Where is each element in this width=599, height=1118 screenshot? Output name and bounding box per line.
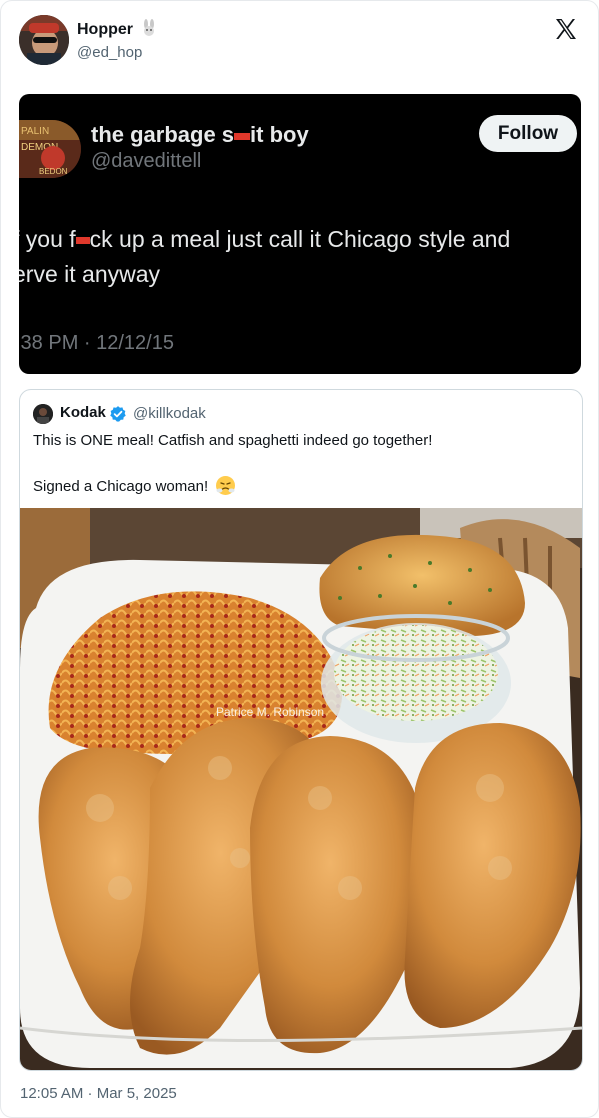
embedded-author-name: the garbage s it boy [91, 122, 309, 147]
embedded-tweet-screenshot: PALIN DEMON BEDON the garbage s it boy @d… [19, 94, 581, 374]
embedded-avatar: PALIN DEMON BEDON [19, 120, 81, 178]
redaction-mark [234, 132, 251, 140]
svg-text:BEDON: BEDON [39, 167, 68, 176]
embedded-author-handle: @davedittell [91, 150, 202, 172]
quote-tweet[interactable]: Kodak @killkodak This is ONE meal! Catfi… [19, 389, 583, 1071]
svg-text:PALIN: PALIN [21, 126, 49, 137]
quote-avatar [33, 404, 53, 424]
x-logo-icon[interactable] [554, 17, 578, 41]
author-name[interactable]: Hopper [77, 19, 158, 42]
quote-author-name: Kodak [60, 404, 106, 421]
embedded-tweet-timestamp: :38 PM · 12/12/15 [19, 332, 174, 354]
food-photo[interactable]: Patrice M. Robinson [20, 508, 582, 1070]
rabbit-emoji-icon [140, 19, 158, 42]
embedded-tweet-text: f you f ck up a meal just call it Chicago… [19, 226, 511, 287]
author-avatar[interactable] [19, 15, 69, 65]
steam-from-nose-emoji-icon [216, 476, 236, 495]
quote-author-handle: @killkodak [133, 405, 206, 422]
author-handle[interactable]: @ed_hop [77, 44, 142, 61]
redaction-mark [75, 237, 90, 245]
quote-text-line-1: This is ONE meal! Catfish and spaghetti … [33, 432, 433, 449]
post-timestamp[interactable]: 12:05 AM · Mar 5, 2025 [20, 1085, 177, 1102]
tweet-card: Hopper @ed_hop PALIN DEMON BEDON the gar… [0, 0, 599, 1118]
verified-badge-icon [109, 405, 127, 423]
photo-watermark: Patrice M. Robinson [216, 705, 324, 719]
follow-button: Follow [479, 115, 577, 152]
quote-text-line-2: Signed a Chicago woman! [33, 476, 236, 495]
